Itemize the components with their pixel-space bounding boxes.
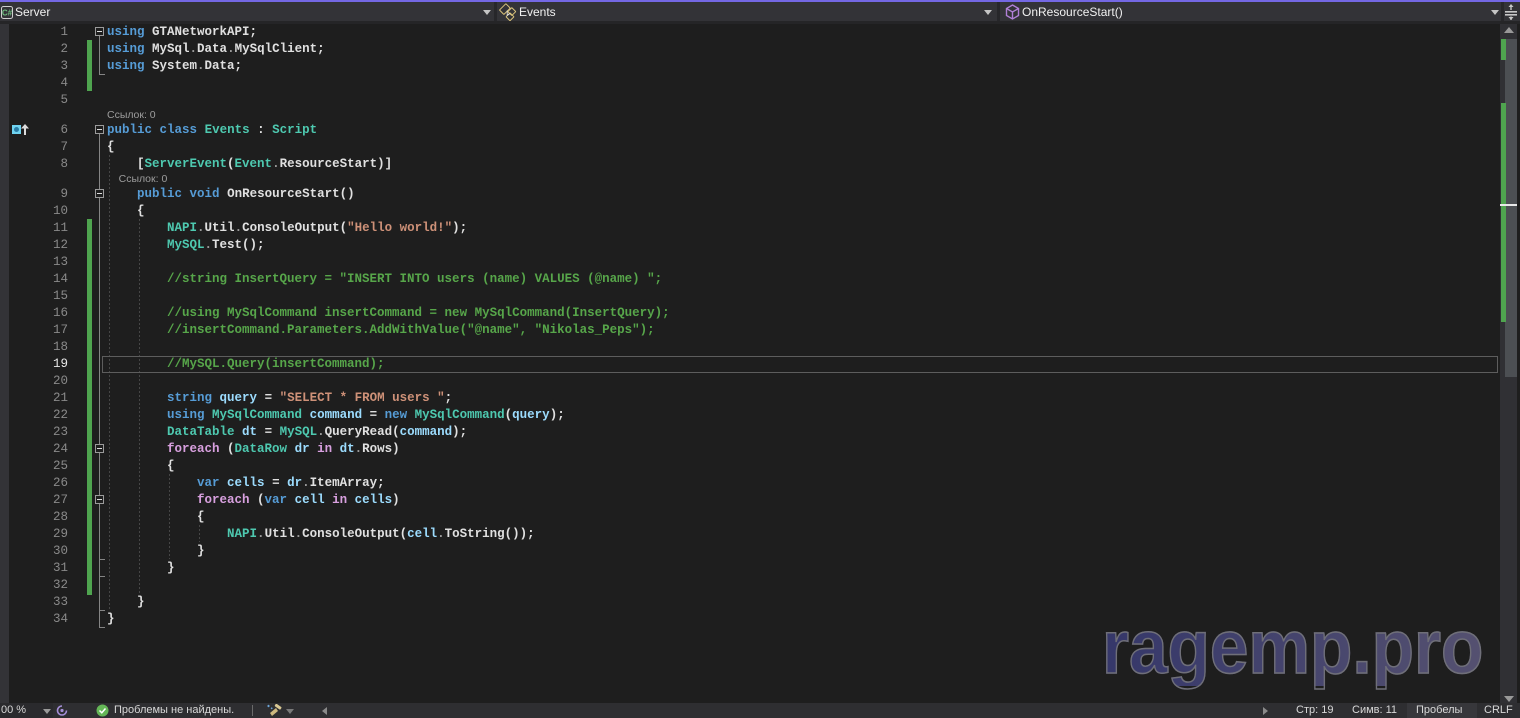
svg-text:C#: C#: [2, 9, 13, 18]
